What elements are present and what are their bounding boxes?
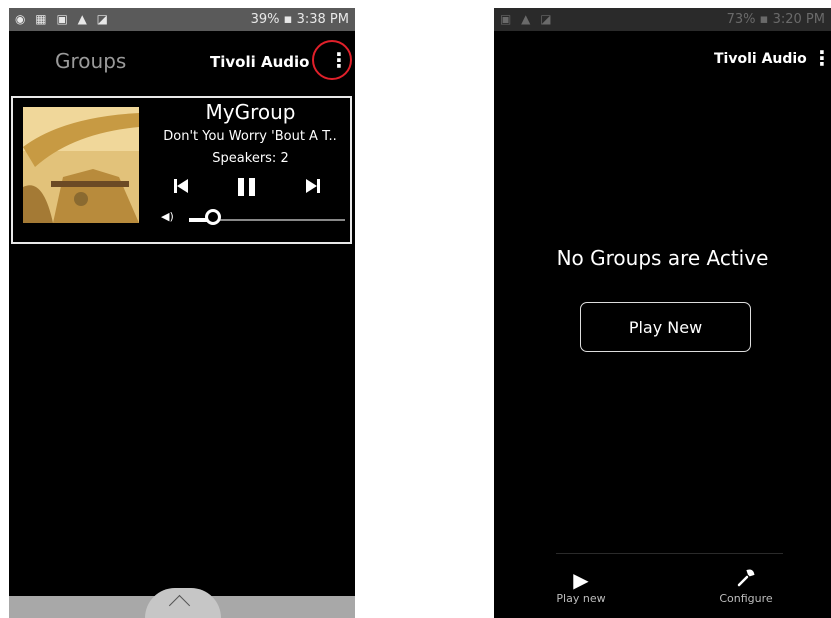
previous-track-icon[interactable] [173, 178, 189, 198]
nav-play-new[interactable]: ▶ Play new [536, 568, 626, 605]
group-card[interactable]: MyGroup Don't You Worry 'Bout A T.. Spea… [11, 96, 352, 244]
status-right: 39% ▪ 3:38 PM [250, 12, 349, 27]
divider [556, 553, 783, 554]
status-bar: ▣ ▲ ◪ 73% ▪ 3:20 PM [494, 8, 831, 31]
volume-control: ◀) [159, 209, 349, 230]
volume-slider-knob[interactable] [205, 209, 221, 225]
app-bar: Groups Tivoli Audio ⋮ [9, 31, 355, 95]
volume-icon: ◀) [161, 210, 174, 223]
more-options-icon[interactable]: ⋮ [812, 48, 831, 68]
status-bar: ◉ ▦ ▣ ▲ ◪ 39% ▪ 3:38 PM [9, 8, 355, 31]
nav-play-new-label: Play new [556, 592, 606, 605]
phone-screen-groups: ◉ ▦ ▣ ▲ ◪ 39% ▪ 3:38 PM Groups Tivoli Au… [9, 8, 355, 618]
notification-icons: ▣ ▲ ◪ [500, 12, 555, 26]
status-right: 73% ▪ 3:20 PM [726, 12, 825, 27]
album-art [23, 107, 139, 223]
more-options-icon[interactable]: ⋮ [329, 50, 349, 70]
app-bar: Tivoli Audio ⋮ [494, 31, 831, 95]
group-name: MyGroup [205, 100, 296, 124]
notification-icons: ◉ ▦ ▣ ▲ ◪ [15, 12, 111, 26]
track-title: Don't You Worry 'Bout A T.. [163, 129, 337, 144]
speaker-count: Speakers: 2 [212, 151, 289, 166]
pause-icon[interactable] [237, 178, 257, 200]
empty-state-message: No Groups are Active [556, 246, 769, 270]
brand-label: Tivoli Audio [210, 53, 310, 71]
next-track-icon[interactable] [305, 178, 321, 198]
nav-configure[interactable]: Configure [701, 568, 791, 605]
phone-screen-no-groups: ▣ ▲ ◪ 73% ▪ 3:20 PM Tivoli Audio ⋮ No Gr… [494, 8, 831, 618]
play-icon: ▶ [573, 568, 589, 592]
wrench-icon [701, 568, 791, 592]
play-new-button[interactable]: Play New [580, 302, 751, 352]
brand-label: Tivoli Audio [714, 51, 807, 67]
page-title: Groups [55, 49, 127, 73]
nav-configure-label: Configure [719, 592, 773, 605]
